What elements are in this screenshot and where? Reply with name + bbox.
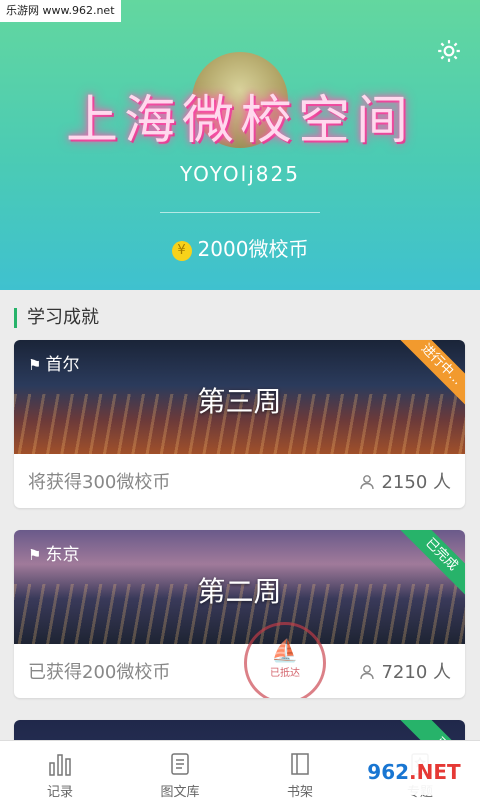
city-label: ⚑ 东京	[28, 545, 80, 565]
person-icon	[360, 475, 375, 490]
site-brand-watermark: 962.NET	[354, 749, 474, 795]
reward-text: 将获得300微校币	[28, 472, 171, 493]
coin-balance-text: 2000微校币	[197, 237, 309, 261]
settings-gear-icon[interactable]	[436, 38, 462, 64]
username: YOYOlj825	[180, 162, 300, 186]
nav-label: 记录	[46, 785, 73, 800]
nav-label: 书架	[286, 785, 313, 800]
header-divider	[160, 212, 320, 213]
coin-balance[interactable]: ¥2000微校币	[0, 233, 480, 262]
document-icon	[171, 753, 189, 775]
week-title: 第三周	[197, 385, 282, 418]
nav-item-records[interactable]: 记录	[0, 741, 120, 801]
flag-icon: ⚑	[28, 546, 42, 564]
app-banner-title: 上海微校空间	[65, 91, 414, 151]
site-watermark: 乐游网 www.962.net	[0, 0, 121, 22]
coin-icon: ¥	[171, 240, 192, 261]
book-icon	[291, 753, 309, 775]
reward-text: 已获得200微校币	[28, 662, 171, 683]
participant-count: 7210 人	[359, 658, 451, 684]
participant-count: 2150 人	[359, 468, 451, 494]
achievement-card-tokyo[interactable]: ⚑ 东京 第二周 已完成 ⛵ 已抵达 已获得200微校币 7210 人	[14, 530, 465, 698]
city-label: ⚑ 首尔	[28, 355, 80, 375]
bar-chart-icon	[49, 754, 71, 776]
week-title: 第二周	[197, 575, 282, 608]
flag-icon: ⚑	[28, 356, 42, 374]
bottom-navigation: 记录 图文库 书架 专题 962.NET	[0, 740, 480, 801]
section-title: 学习成就	[14, 308, 99, 328]
nav-item-library[interactable]: 图文库	[120, 741, 240, 801]
achievement-card-seoul[interactable]: ⚑ 首尔 第三周 进行中... 将获得300微校币 2150 人	[14, 340, 465, 508]
person-icon	[360, 665, 375, 680]
profile-header: 上海微校空间 YOYOlj825 ¥2000微校币	[0, 0, 480, 290]
nav-item-bookshelf[interactable]: 书架	[240, 741, 360, 801]
nav-label: 图文库	[160, 785, 200, 800]
